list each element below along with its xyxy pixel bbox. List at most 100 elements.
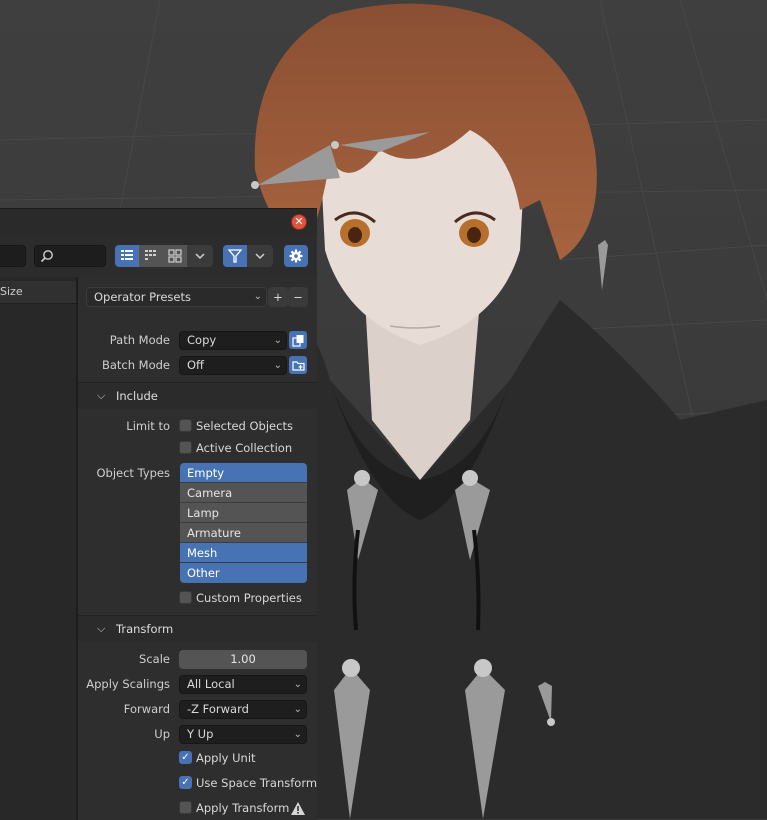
- apply-scalings-value: All Local: [187, 677, 235, 691]
- close-button[interactable]: ✕: [291, 214, 307, 230]
- filter-icon: [227, 249, 243, 263]
- add-icon: +: [273, 290, 283, 304]
- chevron-down-icon: ⌵: [97, 622, 106, 635]
- apply-scalings-dropdown[interactable]: All Local ⌄: [179, 675, 307, 694]
- chevron-down-icon: ⌄: [273, 335, 282, 346]
- search-input[interactable]: [34, 245, 106, 267]
- forward-value: -Z Forward: [187, 702, 249, 716]
- scale-row: Scale 1.00: [78, 647, 317, 671]
- apply-transform-checkbox[interactable]: Apply Transform: [179, 799, 289, 817]
- settings-button[interactable]: [284, 245, 308, 267]
- object-type-label: Armature: [187, 526, 241, 540]
- up-dropdown[interactable]: Y Up ⌄: [179, 725, 307, 744]
- scale-label: Scale: [139, 652, 170, 666]
- warning-icon: [291, 802, 305, 815]
- object-type-label: Other: [187, 566, 220, 580]
- filter-toggle[interactable]: [223, 245, 247, 267]
- apply-unit-checkbox[interactable]: ✓ Apply Unit: [179, 749, 256, 767]
- column-header-label: Size: [0, 285, 23, 298]
- include-section-header[interactable]: ⌵ Include: [78, 383, 317, 409]
- limit-to-label: Limit to: [126, 419, 170, 433]
- checkbox-box: [179, 591, 192, 604]
- column-header-size[interactable]: Size: [0, 281, 76, 304]
- object-type-label: Mesh: [187, 546, 218, 560]
- transform-section-title: Transform: [116, 622, 174, 636]
- batch-mode-value: Off: [187, 358, 204, 372]
- path-mode-label: Path Mode: [109, 333, 170, 347]
- list-horizontal-icon: [145, 250, 156, 260]
- path-mode-row: Path Mode Copy ⌄: [78, 328, 317, 352]
- checkmark-icon: ✓: [179, 751, 192, 764]
- checkbox-box: [179, 801, 192, 814]
- transform-section-header[interactable]: ⌵ Transform: [78, 616, 317, 642]
- checkbox-box: [179, 419, 192, 432]
- list-vertical-icon: [121, 250, 133, 260]
- filter-dropdown[interactable]: [247, 245, 273, 267]
- dialog-titlebar[interactable]: ✕: [0, 209, 317, 236]
- apply-scalings-label: Apply Scalings: [86, 677, 170, 691]
- add-preset-button[interactable]: +: [268, 287, 288, 307]
- custom-properties-checkbox[interactable]: Custom Properties: [179, 589, 302, 607]
- operator-presets-label: Operator Presets: [94, 290, 191, 304]
- chevron-down-icon: ⌵: [97, 389, 106, 402]
- batch-mode-dropdown[interactable]: Off ⌄: [179, 356, 287, 375]
- up-label: Up: [154, 727, 170, 741]
- limit-to-row: Limit to Selected Objects: [78, 414, 317, 438]
- display-mode-horizontal-list[interactable]: [139, 245, 163, 267]
- forward-dropdown[interactable]: -Z Forward ⌄: [179, 700, 307, 719]
- pack-resources-button[interactable]: [289, 331, 307, 349]
- remove-preset-button[interactable]: −: [288, 287, 308, 307]
- search-icon: [40, 250, 53, 263]
- path-mode-value: Copy: [187, 333, 217, 347]
- display-mode-vertical-list[interactable]: [115, 245, 139, 267]
- scale-field[interactable]: 1.00: [179, 650, 307, 669]
- chevron-down-icon: ⌄: [293, 729, 302, 740]
- path-mode-dropdown[interactable]: Copy ⌄: [179, 331, 287, 350]
- operator-presets-dropdown[interactable]: Operator Presets ⌄: [86, 287, 267, 307]
- batch-mode-label: Batch Mode: [101, 358, 170, 372]
- active-collection-label: Active Collection: [196, 441, 293, 455]
- use-space-transform-label: Use Space Transform: [196, 776, 318, 790]
- chevron-down-icon: ⌄: [273, 360, 282, 371]
- up-value: Y Up: [187, 727, 214, 741]
- options-panel: Operator Presets ⌄ + − Path Mode Copy ⌄ Ba…: [78, 277, 317, 820]
- forward-label: Forward: [123, 702, 170, 716]
- display-mode-thumbnails[interactable]: [163, 245, 187, 267]
- object-type-camera[interactable]: Camera: [180, 483, 307, 503]
- object-type-lamp[interactable]: Lamp: [180, 503, 307, 523]
- selected-objects-checkbox[interactable]: Selected Objects: [179, 417, 293, 435]
- path-field[interactable]: [0, 245, 26, 267]
- active-collection-checkbox[interactable]: Active Collection: [179, 439, 292, 457]
- apply-transform-label: Apply Transform: [196, 801, 290, 815]
- custom-properties-label: Custom Properties: [196, 591, 302, 605]
- chevron-down-icon: ⌄: [253, 291, 262, 302]
- chevron-down-icon: ⌄: [293, 679, 302, 690]
- checkbox-box: [179, 441, 192, 454]
- selected-objects-label: Selected Objects: [196, 419, 293, 433]
- object-type-label: Lamp: [187, 506, 219, 520]
- object-type-empty[interactable]: Empty: [180, 463, 307, 483]
- close-icon: ✕: [294, 215, 304, 228]
- batch-own-dir-button[interactable]: [289, 356, 307, 374]
- object-type-other[interactable]: Other: [180, 563, 307, 583]
- file-browser-toolbar: [0, 235, 317, 277]
- display-mode-dropdown[interactable]: [187, 245, 213, 267]
- object-type-mesh[interactable]: Mesh: [180, 543, 307, 563]
- export-dialog: ✕ Size Operator Presets ⌄ + − Path Mode …: [0, 208, 317, 820]
- gear-icon: [289, 249, 303, 263]
- include-section-title: Include: [116, 389, 158, 403]
- batch-mode-row: Batch Mode Off ⌄: [78, 353, 317, 377]
- object-type-armature[interactable]: Armature: [180, 523, 307, 543]
- new-folder-icon: [291, 360, 305, 371]
- scale-value: 1.00: [230, 652, 256, 666]
- file-list[interactable]: Size: [0, 277, 76, 820]
- object-type-label: Camera: [187, 486, 233, 500]
- apply-scalings-row: Apply Scalings All Local ⌄: [78, 672, 317, 696]
- chevron-down-icon: [255, 253, 265, 260]
- use-space-transform-checkbox[interactable]: ✓ Use Space Transform: [179, 774, 317, 792]
- object-type-label: Empty: [187, 466, 225, 480]
- apply-unit-label: Apply Unit: [196, 751, 256, 765]
- object-types-label: Object Types: [96, 466, 170, 480]
- forward-row: Forward -Z Forward ⌄: [78, 697, 317, 721]
- thumbnails-icon: [168, 249, 182, 263]
